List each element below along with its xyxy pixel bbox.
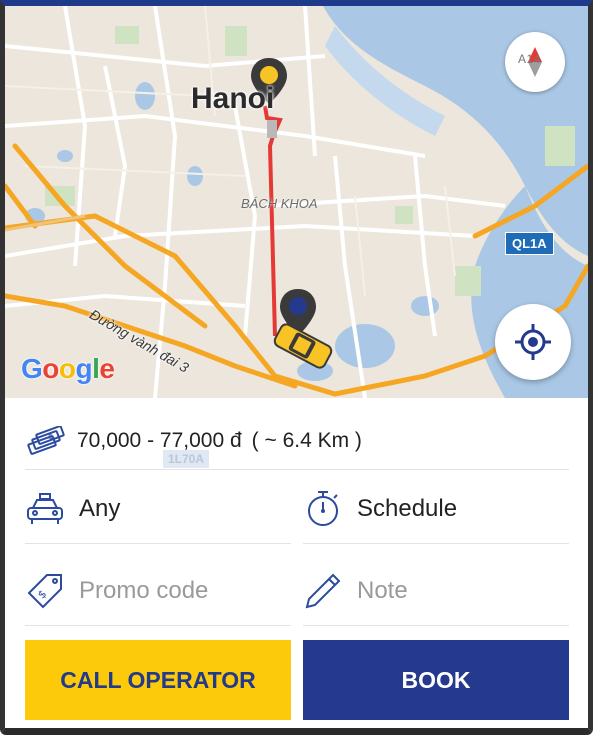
note-field[interactable]: Note — [303, 556, 569, 626]
fare-distance: ( ~ 6.4 Km ) — [251, 428, 362, 452]
locate-crosshair-icon — [515, 324, 551, 360]
compass-button[interactable]: A14 — [505, 32, 565, 92]
money-stack-icon: $ — [27, 425, 65, 455]
call-operator-button[interactable]: CALL OPERATOR — [25, 640, 291, 720]
promo-code-field[interactable]: $ Promo code — [25, 556, 291, 626]
schedule-label: Schedule — [357, 494, 458, 522]
google-letter: o — [58, 353, 76, 384]
vehicle-type-option[interactable]: Any — [25, 474, 291, 544]
fare-estimate-row: $ 70,000 - 77,000 đ ( ~ 6.4 Km ) — [25, 412, 569, 470]
google-letter: o — [42, 353, 59, 384]
vehicle-type-label: Any — [79, 494, 121, 522]
google-letter: e — [99, 353, 115, 384]
map-district-label: BÁCH KHOA — [241, 196, 318, 211]
my-location-button[interactable] — [495, 304, 571, 380]
map-view[interactable]: Hanoi BÁCH KHOA Đường vành đai 3 QL1A Go… — [5, 6, 588, 398]
svg-text:$: $ — [48, 432, 53, 441]
google-letter: G — [21, 353, 43, 384]
car-icon — [27, 492, 63, 524]
app-frame: Hanoi BÁCH KHOA Đường vành đai 3 QL1A Go… — [0, 0, 593, 735]
promo-code-placeholder: Promo code — [79, 576, 209, 604]
stopwatch-icon — [308, 490, 338, 526]
fare-price-range: 70,000 - 77,000 đ — [77, 428, 242, 452]
svg-text:$: $ — [35, 587, 49, 601]
route-line — [263, 105, 283, 337]
booking-panel: 1L70A $ 70,000 - 77,000 đ ( ~ 6.4 Km ) A… — [5, 398, 588, 728]
promo-tag-icon: $ — [27, 573, 62, 608]
schedule-option[interactable]: Schedule — [303, 474, 569, 544]
google-logo: Google — [21, 353, 115, 385]
google-letter: g — [75, 353, 93, 384]
compass-text: A14 — [518, 52, 541, 66]
map-city-label: Hanoi — [191, 82, 275, 115]
map-road-shield: QL1A — [505, 232, 554, 255]
book-button[interactable]: BOOK — [303, 640, 569, 720]
pencil-icon — [305, 573, 341, 608]
note-placeholder: Note — [357, 576, 408, 604]
